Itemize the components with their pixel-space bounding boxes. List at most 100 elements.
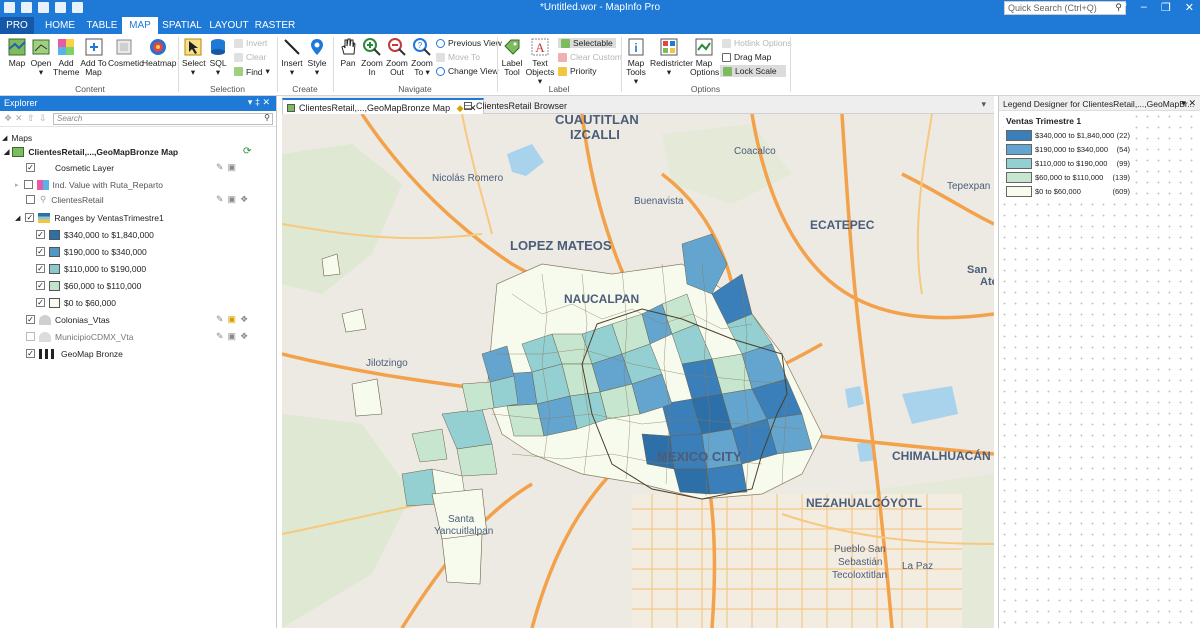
label-layer-icon[interactable]: ❖	[240, 331, 248, 342]
text-objects-button[interactable]: A Text Objects ▾	[525, 37, 555, 86]
legend-frame[interactable]: Ventas Trimestre 1 $340,000 to $1,840,00…	[1004, 114, 1134, 200]
label-layer-icon[interactable]: ❖	[240, 194, 248, 205]
tabs-dropdown-icon[interactable]: ▾	[981, 99, 986, 110]
tab-browser-window[interactable]: ClientesRetail Browser	[460, 98, 573, 114]
tab-map[interactable]: MAP	[122, 17, 158, 34]
help-button[interactable]: ?	[1121, 1, 1127, 14]
priority-button[interactable]: Priority	[558, 66, 596, 76]
label-tool-button[interactable]: Label Tool	[501, 37, 523, 77]
quick-search-input[interactable]: Quick Search (Ctrl+Q) ⚲	[1004, 1, 1126, 15]
layer-visibility-checkbox[interactable]: ✓	[26, 315, 35, 324]
remove-layer-icon[interactable]: ✕	[15, 113, 23, 124]
layer-visibility-checkbox[interactable]	[26, 195, 35, 204]
legend-designer-header: Legend Designer for ClientesRetail,...,G…	[999, 96, 1200, 111]
range-visibility-checkbox[interactable]: ✓	[36, 281, 45, 290]
selectable-layer-icon[interactable]: ▣	[228, 331, 237, 342]
tab-raster[interactable]: RASTER	[254, 17, 296, 34]
previous-view-icon	[436, 38, 445, 48]
clear-custom-button[interactable]: Clear Custom	[558, 52, 622, 62]
layer-cosmetic[interactable]: ✓ Cosmetic Layer	[26, 160, 114, 175]
zoom-in-button[interactable]: Zoom In	[361, 37, 383, 77]
sql-button[interactable]: SQL ▾	[207, 37, 229, 77]
layer-visibility-checkbox[interactable]: ✓	[26, 163, 35, 172]
search-icon: ⚲	[264, 113, 270, 122]
cosmetic-button[interactable]: Cosmetic	[108, 37, 143, 68]
hotlink-options-button[interactable]: Hotlink Options	[722, 38, 792, 48]
pan-button[interactable]: Pan	[337, 37, 359, 68]
tab-map-window[interactable]: ClientesRetail,...,GeoMapBronze Map ◆ ✕	[282, 98, 484, 114]
minimize-button[interactable]: –	[1141, 1, 1147, 14]
layer-municipio[interactable]: MunicipioCDMX_Vta	[26, 329, 133, 344]
style-button[interactable]: Style ▾	[305, 37, 329, 77]
maps-section-header[interactable]: ◢ Maps	[2, 130, 32, 145]
range-visibility-checkbox[interactable]: ✓	[36, 264, 45, 273]
layer-colonias-vtas[interactable]: ✓ Colonias_Vtas	[26, 312, 110, 327]
drag-map-button[interactable]: Drag Map	[722, 52, 771, 62]
tab-spatial[interactable]: SPATIAL	[160, 17, 204, 34]
edit-pencil-icon[interactable]: ✎	[216, 331, 224, 342]
move-down-icon[interactable]: ⇩	[39, 113, 47, 124]
layer-visibility-checkbox[interactable]	[26, 332, 35, 341]
edit-pencil-icon[interactable]: ✎	[216, 314, 224, 325]
edit-pencil-icon[interactable]: ✎	[216, 194, 224, 205]
layer-visibility-checkbox[interactable]: ✓	[25, 213, 35, 222]
map-window[interactable]: CUAUTITLAN IZCALLI Coacalco Nicolás Rome…	[282, 114, 994, 628]
explorer-search-input[interactable]: Search ⚲	[53, 113, 273, 125]
previous-view-button[interactable]: Previous View	[436, 38, 502, 48]
layer-ind-value[interactable]: ▸ Ind. Value with Ruta_Reparto	[15, 177, 163, 192]
range-item[interactable]: ✓ $110,000 to $190,000	[36, 261, 146, 276]
selectable-layer-icon[interactable]: ▣	[228, 194, 237, 205]
label-layer-icon[interactable]: ❖	[240, 314, 248, 325]
layer-ranges[interactable]: ◢ ✓ Ranges by VentasTrimestre1	[15, 210, 164, 225]
map-window-item[interactable]: ◢ ClientesRetail,...,GeoMapBronze Map	[4, 144, 178, 159]
close-button[interactable]: ✕	[1185, 1, 1194, 14]
tab-table[interactable]: TABLE	[82, 17, 122, 34]
range-item[interactable]: ✓ $190,000 to $340,000	[36, 244, 147, 259]
map-button[interactable]: Map	[5, 37, 29, 68]
map-label: ECATEPEC	[810, 218, 875, 232]
change-view-button[interactable]: Change View	[436, 66, 498, 76]
select-button[interactable]: Select ▾	[182, 37, 206, 77]
invert-button[interactable]: Invert	[234, 38, 267, 48]
zoom-to-button[interactable]: ? Zoom To ▾	[411, 37, 433, 77]
selectable-button[interactable]: Selectable	[558, 38, 616, 48]
zoom-out-button[interactable]: Zoom Out	[386, 37, 408, 77]
find-button[interactable]: Find ▾	[234, 66, 270, 77]
layer-visibility-checkbox[interactable]	[23, 180, 33, 189]
panel-menu-icon[interactable]: ▾ ✕	[1181, 98, 1196, 109]
range-visibility-checkbox[interactable]: ✓	[36, 230, 45, 239]
move-up-icon[interactable]: ⇧	[27, 113, 35, 124]
tab-layout[interactable]: LAYOUT	[206, 17, 252, 34]
legend-canvas[interactable]: Ventas Trimestre 1 $340,000 to $1,840,00…	[999, 111, 1199, 628]
layer-properties-icon[interactable]: ❖	[4, 113, 12, 124]
move-to-button[interactable]: Move To	[436, 52, 480, 62]
layer-geomap-bronze[interactable]: ✓ GeoMap Bronze	[26, 346, 123, 361]
pin-icon[interactable]: ▾ ‡ ✕	[248, 97, 270, 108]
map-refresh-icon[interactable]: ⟳	[243, 146, 251, 157]
selectable-layer-icon[interactable]: ▣	[228, 314, 237, 325]
range-item[interactable]: ✓ $0 to $60,000	[36, 295, 116, 310]
add-to-map-button[interactable]: Add To Map	[80, 37, 107, 77]
lock-scale-button[interactable]: Lock Scale	[720, 65, 786, 77]
add-theme-button[interactable]: Add Theme	[53, 37, 79, 77]
clear-selection-button[interactable]: Clear	[234, 52, 266, 62]
browser-window-icon	[464, 102, 472, 110]
maximize-button[interactable]: ❐	[1161, 1, 1171, 14]
tab-home[interactable]: HOME	[38, 17, 82, 34]
map-tools-button[interactable]: i Map Tools ▾	[624, 37, 648, 86]
redistricter-button[interactable]: Redistricter ▾	[650, 37, 693, 77]
insert-button[interactable]: Insert ▾	[281, 37, 303, 77]
open-button[interactable]: Open ▾	[30, 37, 52, 77]
layer-clientes-retail[interactable]: ⚲ ClientesRetail	[26, 192, 104, 207]
map-options-button[interactable]: Map Options	[690, 37, 719, 77]
range-item[interactable]: ✓ $340,000 to $1,840,000	[36, 227, 154, 242]
selectable-layer-icon[interactable]: ▣	[228, 162, 237, 173]
range-visibility-checkbox[interactable]: ✓	[36, 247, 45, 256]
map-canvas[interactable]	[282, 114, 994, 628]
edit-pencil-icon[interactable]: ✎	[216, 162, 224, 173]
layer-visibility-checkbox[interactable]: ✓	[26, 349, 35, 358]
range-visibility-checkbox[interactable]: ✓	[36, 298, 45, 307]
heatmap-button[interactable]: Heatmap	[142, 37, 177, 68]
range-item[interactable]: ✓ $60,000 to $110,000	[36, 278, 141, 293]
tab-pro[interactable]: PRO	[0, 17, 34, 34]
